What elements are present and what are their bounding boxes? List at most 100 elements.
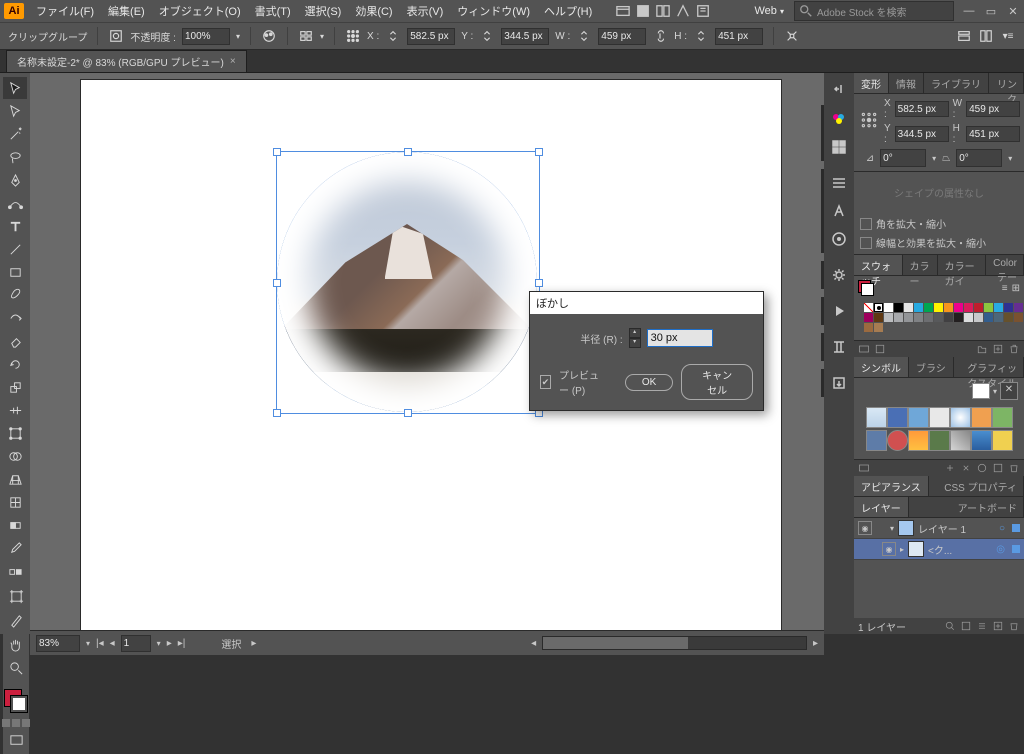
radius-stepper[interactable]: ▴▾ — [629, 328, 641, 348]
horizontal-scrollbar[interactable] — [542, 636, 807, 650]
menu-view[interactable]: 表示(V) — [401, 1, 450, 21]
shaper-tool[interactable] — [3, 307, 27, 329]
y-stepper[interactable] — [479, 28, 495, 44]
menu-window[interactable]: ウィンドウ(W) — [451, 1, 536, 21]
zoom-field[interactable] — [36, 635, 80, 652]
pen-tool[interactable] — [3, 169, 27, 191]
screen-mode[interactable] — [4, 729, 28, 751]
feedback-icon[interactable] — [694, 2, 712, 20]
maximize-button[interactable]: ▭ — [984, 4, 998, 18]
menu-type[interactable]: 書式(T) — [249, 1, 297, 21]
angle-field[interactable] — [880, 149, 926, 167]
stroke-panel-icon[interactable] — [827, 171, 851, 195]
rotate-tool[interactable] — [3, 353, 27, 375]
lasso-tool[interactable] — [3, 146, 27, 168]
eraser-tool[interactable] — [3, 330, 27, 352]
eyedropper-tool[interactable] — [3, 537, 27, 559]
swatch-list-icon[interactable]: ≡ — [1002, 283, 1008, 294]
preview-checkbox[interactable]: ✔ — [540, 375, 551, 389]
swatches-panel-icon[interactable] — [827, 135, 851, 159]
minimize-button[interactable]: — — [962, 4, 976, 18]
scale-strokes-checkbox[interactable] — [860, 237, 872, 249]
tab-artboards[interactable]: アートボード — [909, 497, 1024, 517]
workspace-switcher[interactable]: Web ▾ — [747, 3, 793, 19]
locate-icon[interactable] — [944, 620, 956, 632]
paragraph-panel-icon[interactable] — [827, 227, 851, 251]
fill-stroke-color[interactable] — [4, 689, 28, 713]
tab-links[interactable]: リンク — [989, 73, 1024, 93]
reference-point-icon[interactable] — [345, 28, 361, 44]
menu-select[interactable]: 選択(S) — [299, 1, 348, 21]
new-swatch-icon[interactable] — [992, 343, 1004, 355]
recolor-icon[interactable] — [261, 28, 277, 44]
menu-file[interactable]: ファイル(F) — [30, 1, 100, 21]
expand-panels-icon[interactable] — [827, 77, 851, 101]
tab-color[interactable]: カラー — [903, 255, 938, 275]
make-clip-icon[interactable] — [960, 620, 972, 632]
tab-brushes[interactable]: ブラシ — [909, 357, 954, 377]
ref-point-icon[interactable] — [860, 111, 878, 132]
paintbrush-tool[interactable] — [3, 284, 27, 306]
draw-mode-buttons[interactable] — [1, 719, 31, 727]
width-tool[interactable] — [3, 399, 27, 421]
visibility-toggle[interactable]: ◉ — [882, 542, 896, 556]
tab-colorguide[interactable]: カラーガイ — [938, 255, 987, 275]
color-panel-icon[interactable] — [827, 107, 851, 131]
tab-transform[interactable]: 変形 — [854, 73, 889, 93]
w-stepper[interactable] — [576, 28, 592, 44]
scroll-left-icon[interactable]: ◂ — [531, 638, 536, 649]
bridge-icon[interactable] — [600, 2, 632, 20]
panel-menu-icon[interactable]: ▾≡ — [1000, 28, 1016, 44]
tab-swatches[interactable]: スウォッチ — [854, 255, 903, 275]
layer-name[interactable]: レイヤー 1 — [918, 521, 966, 536]
edit-contents-icon[interactable] — [108, 28, 124, 44]
free-transform-tool[interactable] — [3, 422, 27, 444]
break-symbol-icon[interactable] — [960, 462, 972, 474]
shear-field[interactable] — [956, 149, 1002, 167]
swatches-grid[interactable] — [858, 299, 1020, 336]
new-layer-icon[interactable] — [992, 620, 1004, 632]
h-field[interactable] — [715, 28, 763, 45]
document-tab[interactable]: 名称未設定-2* @ 83% (RGB/GPU プレビュー) × — [6, 50, 247, 72]
tab-css[interactable]: CSS プロパティ — [929, 476, 1024, 496]
x-field[interactable] — [407, 28, 455, 45]
menu-effect[interactable]: 効果(C) — [349, 1, 398, 21]
tab-graphicstyles[interactable]: グラフィックスタイル — [954, 357, 1024, 377]
type-tool[interactable] — [3, 215, 27, 237]
panel-toggle-icon[interactable] — [956, 28, 972, 44]
asset-export-icon[interactable] — [827, 371, 851, 395]
ok-button[interactable]: OK — [625, 374, 673, 391]
expand-sublayer-icon[interactable]: ▸ — [900, 545, 904, 554]
mesh-tool[interactable] — [3, 491, 27, 513]
symbols-grid[interactable] — [860, 403, 1018, 455]
magic-wand-tool[interactable] — [3, 123, 27, 145]
play-icon[interactable] — [827, 299, 851, 323]
y-field[interactable] — [501, 28, 549, 45]
sublayer-name[interactable]: <ク... — [928, 542, 952, 557]
direct-selection-tool[interactable] — [3, 100, 27, 122]
isolate-icon[interactable] — [784, 28, 800, 44]
x-stepper[interactable] — [385, 28, 401, 44]
stock-search[interactable]: Adobe Stock を検索 — [794, 1, 954, 21]
close-button[interactable]: ✕ — [1006, 4, 1020, 18]
radius-field[interactable] — [647, 329, 713, 347]
artboard-index[interactable] — [121, 635, 151, 652]
menu-help[interactable]: ヘルプ(H) — [538, 1, 598, 21]
menu-edit[interactable]: 編集(E) — [102, 1, 151, 21]
artboard-nav-next[interactable]: ▸ — [167, 638, 172, 649]
expand-layer-icon[interactable]: ▾ — [890, 524, 894, 533]
perspective-tool[interactable] — [3, 468, 27, 490]
selection-tool[interactable] — [3, 77, 27, 99]
h-stepper[interactable] — [693, 28, 709, 44]
slice-tool[interactable] — [4, 609, 28, 631]
opacity-field[interactable] — [182, 28, 230, 45]
hand-tool[interactable] — [4, 633, 28, 655]
gradient-tool[interactable] — [3, 514, 27, 536]
arrange-icon[interactable] — [654, 2, 672, 20]
tab-symbols[interactable]: シンボル — [854, 357, 909, 377]
panel-w-field[interactable] — [966, 101, 1020, 117]
swatch-grid-icon[interactable]: ⊞ — [1012, 283, 1020, 294]
artboard-nav-prev[interactable]: ◂ — [110, 638, 115, 649]
symbol-options-icon[interactable] — [976, 462, 988, 474]
canvas-area[interactable]: ぼかし 半径 (R) : ▴▾ ✔ プレビュー (P) OK キャンセル — [30, 73, 824, 634]
